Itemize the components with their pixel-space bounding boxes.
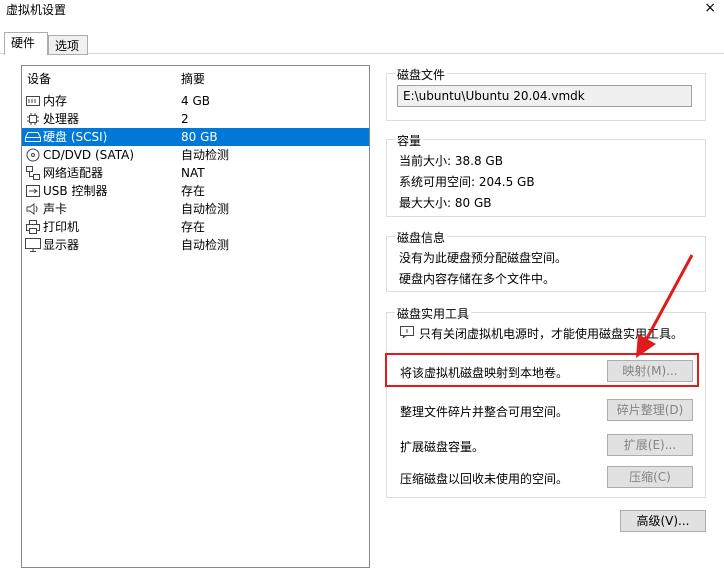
device-name: 内存: [43, 94, 68, 108]
device-name: USB 控制器: [43, 184, 108, 198]
device-list[interactable]: 设备 摘要 内存 4 GB 处理器 2 硬盘 (SCSI) 80 GB CD/D…: [21, 65, 370, 568]
max-size-text: 最大大小: 80 GB: [399, 196, 492, 210]
device-row-sound[interactable]: 声卡 自动检测: [22, 200, 369, 218]
disk-info-title: 磁盘信息: [395, 229, 448, 246]
window-title: 虚拟机设置: [6, 3, 67, 17]
device-summary: 2: [181, 112, 189, 126]
disk-utilities-title: 磁盘实用工具: [395, 305, 472, 322]
defrag-description: 整理文件碎片并整合可用空间。: [400, 405, 569, 419]
speaker-icon: [25, 202, 41, 216]
usb-icon: [25, 184, 41, 198]
device-row-cdrom[interactable]: CD/DVD (SATA) 自动检测: [22, 146, 369, 164]
device-row-printer[interactable]: 打印机 存在: [22, 218, 369, 236]
available-space-text: 系统可用空间: 204.5 GB: [399, 175, 535, 189]
current-size-text: 当前大小: 38.8 GB: [399, 154, 503, 168]
device-name: 处理器: [43, 112, 80, 126]
disk-file-path-field[interactable]: E:\ubuntu\Ubuntu 20.04.vmdk: [397, 85, 692, 107]
capacity-title: 容量: [395, 132, 424, 149]
device-name: 声卡: [43, 202, 68, 216]
device-name: 硬盘 (SCSI): [43, 130, 108, 144]
column-header-device[interactable]: 设备: [27, 70, 51, 87]
device-name: 网络适配器: [43, 166, 104, 180]
tab-strip-divider: [0, 53, 724, 54]
defrag-button[interactable]: 碎片整理(D): [607, 399, 693, 421]
tab-options[interactable]: 选项: [48, 35, 88, 55]
processor-icon: [25, 112, 41, 126]
cdrom-icon: [25, 148, 41, 162]
device-summary: 自动检测: [181, 202, 230, 216]
device-row-usb[interactable]: USB 控制器 存在: [22, 182, 369, 200]
capacity-group: 容量 当前大小: 38.8 GB 系统可用空间: 204.5 GB 最大大小: …: [386, 132, 706, 217]
network-icon: [25, 166, 41, 180]
compact-description: 压缩磁盘以回收未使用的空间。: [400, 472, 569, 486]
expand-button[interactable]: 扩展(E)...: [607, 434, 693, 456]
device-summary: 自动检测: [181, 238, 230, 252]
device-summary: 自动检测: [181, 148, 230, 162]
device-name: 打印机: [43, 220, 80, 234]
device-summary: 4 GB: [181, 94, 210, 108]
device-row-processor[interactable]: 处理器 2: [22, 110, 369, 128]
red-arrow-icon: [636, 254, 694, 358]
close-icon[interactable]: ×: [704, 0, 716, 16]
device-summary: NAT: [181, 166, 205, 180]
monitor-icon: [25, 238, 41, 252]
device-name: CD/DVD (SATA): [43, 148, 135, 162]
harddisk-icon: [25, 130, 41, 144]
expand-description: 扩展磁盘容量。: [400, 440, 485, 454]
device-row-harddisk[interactable]: 硬盘 (SCSI) 80 GB: [22, 128, 369, 146]
tab-hardware[interactable]: 硬件: [4, 32, 48, 55]
column-header-summary[interactable]: 摘要: [181, 70, 205, 87]
memory-icon: [25, 94, 41, 108]
device-row-monitor[interactable]: 显示器 自动检测: [22, 236, 369, 254]
advanced-button[interactable]: 高级(V)...: [620, 510, 706, 532]
printer-icon: [25, 220, 41, 234]
device-row-network[interactable]: 网络适配器 NAT: [22, 164, 369, 182]
device-row-memory[interactable]: 内存 4 GB: [22, 92, 369, 110]
disk-file-title: 磁盘文件: [395, 66, 448, 83]
device-name: 显示器: [43, 238, 80, 252]
disk-info-line2: 硬盘内容存储在多个文件中。: [399, 272, 556, 286]
device-summary: 存在: [181, 220, 206, 234]
disk-info-line1: 没有为此硬盘预分配磁盘空间。: [399, 251, 568, 265]
device-summary: 存在: [181, 184, 206, 198]
device-summary: 80 GB: [181, 130, 218, 144]
info-icon: [400, 326, 414, 341]
compact-button[interactable]: 压缩(C): [607, 466, 693, 488]
